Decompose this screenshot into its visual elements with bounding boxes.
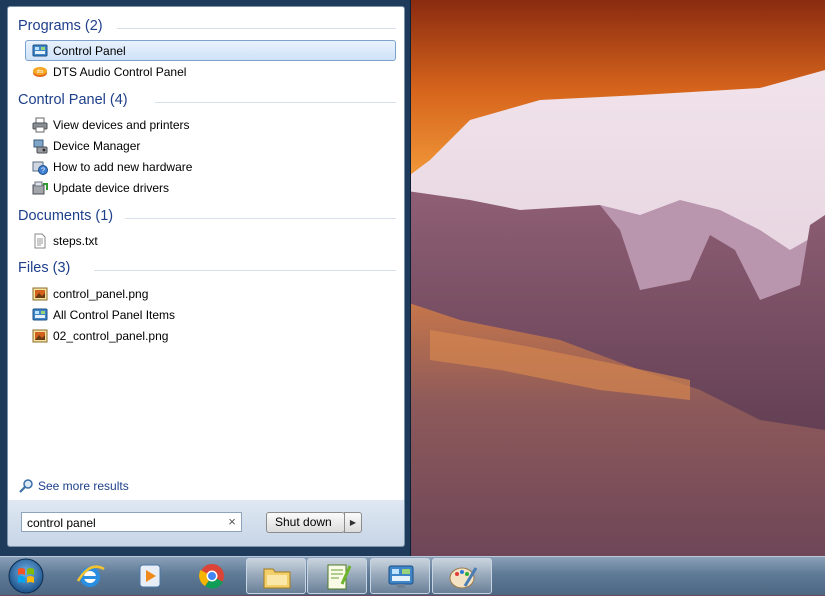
device-driver-icon: [32, 180, 48, 196]
search-result-label: How to add new hardware: [53, 159, 193, 174]
search-result-item[interactable]: 02_control_panel.png: [25, 325, 396, 346]
search-result-label: steps.txt: [53, 233, 98, 248]
search-result-label: View devices and printers: [53, 117, 190, 132]
group-header[interactable]: Files (3): [18, 260, 70, 276]
shutdown-options-button[interactable]: ▶: [344, 512, 362, 533]
start-search-input[interactable]: [21, 512, 242, 532]
search-result-item[interactable]: Control Panel: [25, 40, 396, 61]
group-divider: [117, 28, 396, 29]
search-result-label: control_panel.png: [53, 286, 149, 301]
text-file-icon: [32, 233, 48, 249]
search-result-label: Update device drivers: [53, 180, 170, 195]
image-file-icon: [32, 328, 48, 344]
search-result-label: DTS Audio Control Panel: [53, 64, 187, 79]
taskbar-button-notepad-plus-plus[interactable]: [307, 558, 367, 594]
search-icon: [18, 478, 34, 494]
search-result-label: 02_control_panel.png: [53, 328, 169, 343]
search-result-label: All Control Panel Items: [53, 307, 176, 322]
taskbar-button-chrome[interactable]: [182, 558, 242, 594]
search-result-item[interactable]: ? How to add new hardware: [25, 156, 396, 177]
taskbar-button-media-player[interactable]: [120, 558, 180, 594]
search-result-item[interactable]: Update device drivers: [25, 177, 396, 198]
search-result-item[interactable]: View devices and printers: [25, 114, 396, 135]
group-header[interactable]: Programs (2): [18, 18, 103, 34]
search-result-label: Device Manager: [53, 138, 141, 153]
group-divider: [124, 218, 396, 219]
search-result-item[interactable]: All Control Panel Items: [25, 304, 396, 325]
device-manager-icon: [32, 138, 48, 154]
see-more-label: See more results: [38, 479, 129, 493]
svg-text:?: ?: [41, 167, 45, 174]
hardware-help-icon: ?: [32, 159, 48, 175]
group-header[interactable]: Control Panel (4): [18, 92, 128, 108]
taskbar-button-paint[interactable]: [432, 558, 492, 594]
shutdown-button[interactable]: Shut down: [266, 512, 345, 533]
clear-search-icon[interactable]: ×: [224, 514, 240, 529]
taskbar-button-control-panel[interactable]: [370, 558, 430, 594]
group-header[interactable]: Documents (1): [18, 208, 113, 224]
group-divider: [155, 102, 396, 103]
dts-audio-icon: dts: [32, 64, 48, 80]
start-menu: Programs (2) Control Panel dts DTS Audio Co…: [0, 0, 411, 556]
search-result-item[interactable]: dts DTS Audio Control Panel: [25, 61, 396, 82]
printer-icon: [32, 117, 48, 133]
search-result-item[interactable]: control_panel.png: [25, 283, 396, 304]
control-panel-icon: [32, 43, 48, 59]
taskbar-button-internet-explorer[interactable]: [60, 558, 120, 594]
search-result-item[interactable]: steps.txt: [25, 230, 396, 251]
control-panel-icon: [32, 307, 48, 323]
search-results-pane: Programs (2) Control Panel dts DTS Audio Co…: [7, 6, 405, 502]
see-more-results-link[interactable]: See more results: [18, 478, 129, 494]
taskbar: [0, 556, 825, 595]
image-file-icon: [32, 286, 48, 302]
svg-text:dts: dts: [37, 69, 44, 75]
search-result-label: Control Panel: [53, 43, 126, 58]
group-divider: [94, 270, 396, 271]
search-strip: × Shut down ▶: [7, 500, 405, 547]
search-result-item[interactable]: Device Manager: [25, 135, 396, 156]
start-button[interactable]: [6, 556, 46, 596]
taskbar-button-explorer[interactable]: [246, 558, 306, 594]
